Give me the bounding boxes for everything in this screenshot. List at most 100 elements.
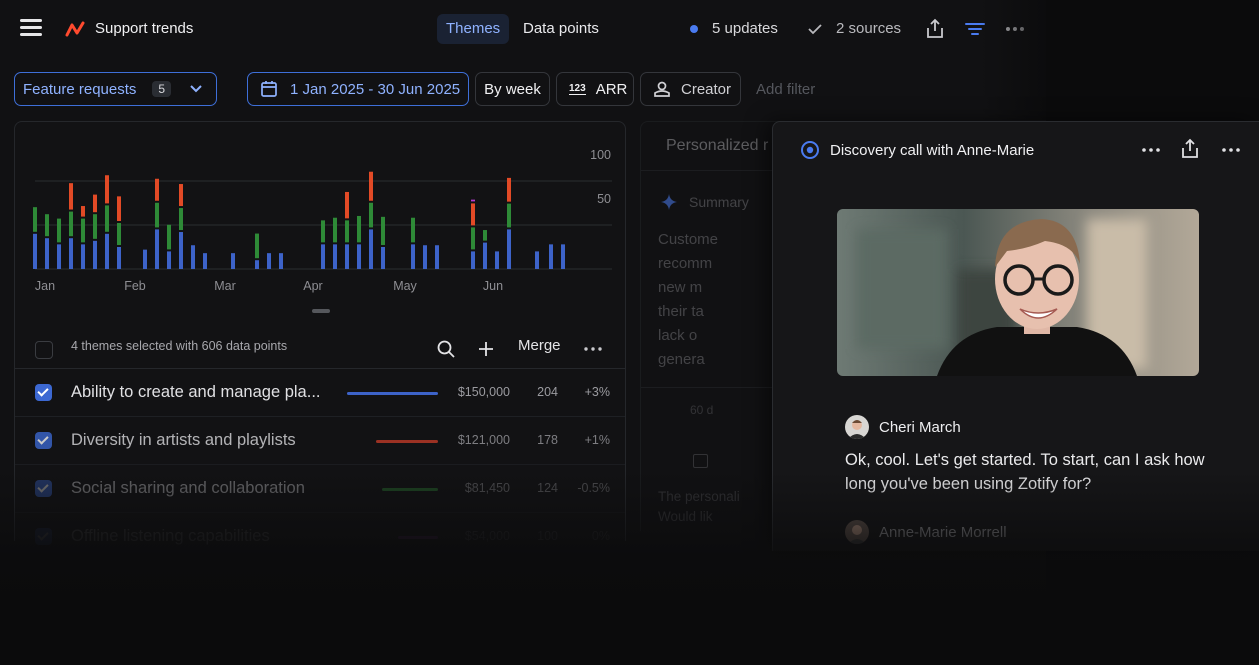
chart-bar (191, 245, 195, 269)
feature-requests-dropdown[interactable]: Feature requests 5 (14, 72, 217, 106)
chart-bar (333, 244, 337, 269)
share-icon[interactable] (923, 17, 947, 41)
chart-bar (105, 233, 109, 269)
chart-bar (381, 247, 385, 269)
arr-filter[interactable]: 123 ARR (556, 72, 634, 106)
speaker-name: Anne-Marie Morrell (879, 523, 1007, 541)
avatar (845, 415, 869, 439)
chart-bar (143, 249, 147, 269)
chart-bar (279, 253, 283, 269)
popup-title: Discovery call with Anne-Marie (830, 142, 1035, 159)
creator-label: Creator (681, 80, 732, 98)
more-options-icon[interactable] (583, 340, 603, 358)
updates-indicator[interactable]: 5 updates (690, 20, 778, 37)
table-row[interactable]: Ability to create and manage pla... $150,… (15, 369, 625, 417)
theme-share-bar (376, 440, 438, 443)
selection-summary: 4 themes selected with 606 data points (71, 339, 288, 353)
plus-icon[interactable] (477, 340, 495, 358)
chart-bar (471, 227, 475, 250)
chart-bar (93, 240, 97, 269)
chart-bar (507, 229, 511, 269)
chart-bar (561, 244, 565, 269)
chart-bar (117, 247, 121, 269)
chart-bar (435, 245, 439, 269)
chart-bar (33, 207, 37, 232)
video-player[interactable] (837, 209, 1199, 376)
group-by-label: By week (484, 80, 541, 98)
row-checkbox[interactable] (35, 480, 52, 497)
chart-bar (69, 238, 73, 269)
creator-filter[interactable]: Creator (640, 72, 741, 106)
update-dot-icon (690, 24, 698, 33)
chart-bar (81, 218, 85, 243)
x-tick-label: Jun (483, 279, 503, 293)
hamburger-menu-icon[interactable] (20, 19, 42, 37)
chart-bar (345, 220, 349, 243)
chart-bar (155, 178, 159, 201)
feature-requests-label: Feature requests (23, 80, 137, 98)
theme-trend: 0% (591, 529, 610, 543)
chart-bar (369, 171, 373, 201)
theme-arr: $121,000 (457, 433, 510, 447)
document-icon (693, 454, 708, 468)
call-recording-icon (801, 141, 819, 159)
tab-data-points[interactable]: Data points (514, 14, 608, 44)
table-row[interactable]: Diversity in artists and playlists $121,0… (15, 417, 625, 465)
theme-detail-panel: Personalized r Summary Custome recomm ne… (640, 121, 780, 531)
chart-bar (179, 232, 183, 269)
updates-label: 5 updates (712, 20, 778, 37)
chart-bar (255, 260, 259, 269)
sources-indicator[interactable]: 2 sources (808, 20, 901, 37)
chart-bar (69, 183, 73, 210)
chart-bar (381, 216, 385, 245)
chart-bar (507, 203, 511, 228)
add-filter-button[interactable]: Add filter (756, 72, 815, 106)
chart-bar (471, 203, 475, 226)
chart-bar (93, 194, 97, 213)
more-options-icon[interactable] (1221, 140, 1241, 160)
chart-bar (471, 251, 475, 269)
theme-trend: -0.5% (577, 481, 610, 495)
search-icon[interactable] (437, 340, 455, 358)
select-all-checkbox[interactable] (35, 341, 53, 359)
x-tick-label: Jan (35, 279, 55, 293)
theme-arr: $150,000 (457, 385, 510, 399)
theme-count: 204 (537, 385, 558, 399)
theme-trend: +1% (584, 433, 610, 447)
merge-button[interactable]: Merge (518, 337, 561, 354)
row-checkbox[interactable] (35, 384, 52, 401)
resize-handle[interactable] (312, 309, 330, 313)
y-tick-label: 50 (597, 192, 611, 206)
chart-bar (495, 251, 499, 269)
table-row[interactable]: Social sharing and collaboration $81,450 1… (15, 465, 625, 513)
row-checkbox[interactable] (35, 432, 52, 449)
numbers-icon: 123 (569, 83, 586, 95)
speaker-name: Cheri March (879, 418, 961, 436)
chart-bar (105, 205, 109, 232)
chart-bar (57, 218, 61, 243)
theme-label: Social sharing and collaboration (71, 479, 305, 497)
app-title: Support trends (95, 20, 194, 37)
chart-bar (179, 184, 183, 207)
chart-bar (357, 215, 361, 243)
chart-bar (81, 206, 85, 217)
chart-bar (167, 251, 171, 269)
group-by-week-button[interactable]: By week (475, 72, 550, 106)
table-row[interactable]: Offline listening capabilities $54,000 100… (15, 513, 625, 561)
chart-bar (117, 223, 121, 245)
date-range-filter[interactable]: 1 Jan 2025 - 30 Jun 2025 (247, 72, 469, 106)
chart-bar (203, 253, 207, 269)
x-tick-label: Mar (214, 279, 236, 293)
arr-label: ARR (595, 80, 628, 98)
avatar (845, 520, 869, 544)
more-options-icon[interactable] (1141, 140, 1161, 160)
share-icon[interactable] (1180, 138, 1200, 160)
chevron-down-icon (190, 85, 202, 93)
row-checkbox[interactable] (35, 528, 52, 545)
chart-bar (155, 202, 159, 228)
theme-count: 124 (537, 481, 558, 495)
theme-label: Diversity in artists and playlists (71, 431, 296, 449)
tab-themes[interactable]: Themes (437, 14, 510, 44)
chart-bar (33, 233, 37, 269)
theme-count: 100 (537, 529, 558, 543)
